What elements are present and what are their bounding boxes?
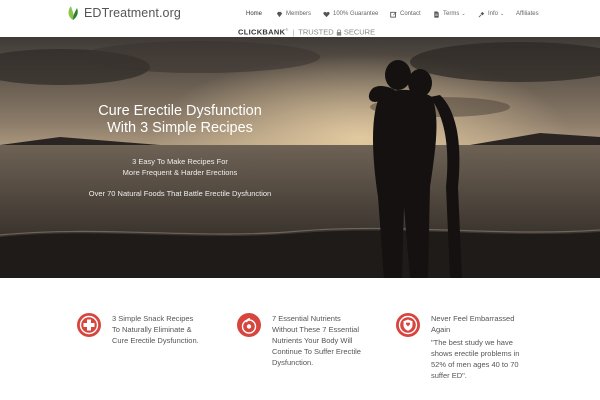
nav-contact-label: Contact (400, 11, 421, 17)
clickbank-trusted: TRUSTED (298, 27, 334, 37)
document-icon (434, 10, 439, 18)
nutrients-icon (237, 313, 261, 337)
main-nav: Home Members 100% Guarantee Contact Term… (0, 9, 600, 21)
clickbank-reg: ® (285, 27, 289, 32)
nav-home-label: Home (246, 11, 263, 17)
hero-title-line2: With 3 Simple Recipes (107, 120, 253, 136)
quote-line: "The best study we have (431, 338, 513, 347)
site-header: EDTreatment.org Home Members 100% Guaran… (0, 0, 600, 27)
quote-line: shows erectile problems in (431, 349, 520, 358)
clickbank-badge[interactable]: CLICKBANK® | TRUSTED SECURE (238, 27, 375, 37)
quote-line: 52% of men ages 40 to 70 (431, 360, 519, 369)
feature-line: Without These 7 Essential (272, 325, 359, 334)
nav-guarantee-label: 100% Guarantee (333, 11, 379, 17)
hero-subtitle: 3 Easy To Make Recipes For More Frequent… (0, 156, 360, 178)
nav-guarantee[interactable]: 100% Guarantee (323, 9, 378, 19)
feature-nutrients-text: 7 Essential Nutrients Without These 7 Es… (272, 313, 387, 368)
clickbank-secure: SECURE (343, 27, 376, 37)
feature-confidence-text: Never Feel Embarrassed Again "The best s… (431, 313, 546, 381)
clickbank-bar: CLICKBANK® | TRUSTED SECURE (0, 27, 600, 37)
hero-title: Cure Erectile Dysfunction With 3 Simple … (0, 103, 360, 137)
nav-members-label: Members (286, 11, 312, 17)
hero-subtitle-line2: More Frequent & Harder Erections (122, 168, 238, 177)
gem-icon (276, 11, 283, 17)
feature-recipes-text: 3 Simple Snack Recipes To Naturally Elim… (112, 313, 222, 346)
chevron-down-icon: ⌄ (461, 11, 466, 17)
feature-line: Dysfunction. (272, 358, 314, 367)
nav-terms[interactable]: Terms ⌄ (433, 9, 466, 19)
feature-line: 3 Simple Snack Recipes (112, 314, 194, 323)
pin-icon (478, 11, 485, 17)
edit-icon (390, 11, 397, 18)
hero-tagline: Over 70 Natural Foods That Battle Erecti… (88, 189, 272, 198)
feature-line: Again (431, 325, 451, 334)
clickbank-brand: CLICKBANK (238, 27, 286, 37)
nav-home[interactable]: Home (246, 9, 262, 19)
feature-quote: "The best study we have shows erectile p… (431, 337, 546, 381)
nav-affiliates[interactable]: Affiliates (516, 9, 539, 19)
quote-line: suffer ED". (431, 371, 467, 380)
shield-icon (396, 313, 420, 337)
feature-line: To Naturally Eliminate & (112, 325, 192, 334)
nav-info[interactable]: Info ⌄ (478, 9, 504, 19)
nav-terms-label: Terms (443, 11, 460, 17)
medical-cross-icon (77, 313, 101, 337)
feature-line: Cure Erectile Dysfunction. (112, 336, 199, 345)
nav-affiliates-label: Affiliates (516, 11, 539, 17)
hero-title-line1: Cure Erectile Dysfunction (98, 103, 262, 119)
hero-banner: Cure Erectile Dysfunction With 3 Simple … (0, 37, 600, 278)
chevron-down-icon: ⌄ (500, 11, 505, 17)
nav-members[interactable]: Members (276, 9, 311, 19)
feature-line: Continue To Suffer Erectile (272, 347, 361, 356)
lock-icon (336, 28, 341, 36)
feature-line: 7 Essential Nutrients (272, 314, 341, 323)
heart-icon (323, 11, 330, 17)
clickbank-separator: | (292, 27, 295, 37)
nav-contact[interactable]: Contact (390, 9, 421, 19)
hero-subtitle-line1: 3 Easy To Make Recipes For (132, 157, 228, 166)
feature-line: Never Feel Embarrassed (431, 314, 515, 323)
feature-line: Nutrients Your Body Will (272, 336, 353, 345)
nav-info-label: Info (488, 11, 499, 17)
